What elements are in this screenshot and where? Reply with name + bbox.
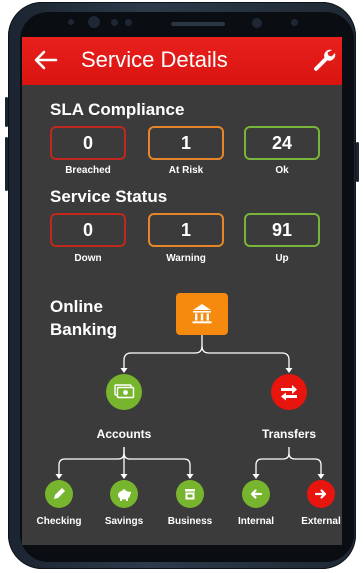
transfers-label: Transfers xyxy=(261,427,317,441)
sensor-icon xyxy=(291,19,298,26)
transfers-node[interactable] xyxy=(271,374,307,410)
internal-label: Internal xyxy=(237,516,275,527)
speaker-grille xyxy=(171,22,225,26)
tree-connectors xyxy=(55,335,325,479)
app-screen: Service Details SLA Compliance 0 Breache… xyxy=(22,37,342,545)
sensor-icon xyxy=(125,19,132,26)
service-tree-title: Online Banking xyxy=(50,295,140,341)
savings-node[interactable] xyxy=(110,480,138,508)
accounts-label: Accounts xyxy=(96,427,152,441)
accounts-node[interactable] xyxy=(106,374,142,410)
volume-button xyxy=(5,137,8,191)
piggy-bank-icon xyxy=(118,489,131,501)
sensor-icon xyxy=(111,19,118,26)
transfer-icon xyxy=(281,385,297,401)
business-node[interactable] xyxy=(176,480,204,508)
online-banking-node[interactable] xyxy=(176,293,228,335)
external-node[interactable] xyxy=(307,480,335,508)
front-camera-icon xyxy=(252,18,262,28)
power-button xyxy=(356,142,359,182)
arrow-right-icon xyxy=(314,489,327,499)
checking-label: Checking xyxy=(36,516,82,527)
sensor-icon xyxy=(68,19,74,25)
arrow-left-icon xyxy=(250,489,263,499)
pen-icon xyxy=(54,488,65,499)
savings-label: Savings xyxy=(104,516,144,527)
volume-button xyxy=(5,97,8,127)
internal-node[interactable] xyxy=(242,480,270,508)
business-label: Business xyxy=(167,516,213,527)
bank-icon xyxy=(192,304,212,324)
root-service-label: Online Banking xyxy=(50,297,118,339)
store-icon xyxy=(185,489,195,500)
external-label: External xyxy=(301,516,341,527)
checking-node[interactable] xyxy=(45,480,73,508)
money-icon xyxy=(114,384,135,399)
camera-icon xyxy=(88,16,100,28)
